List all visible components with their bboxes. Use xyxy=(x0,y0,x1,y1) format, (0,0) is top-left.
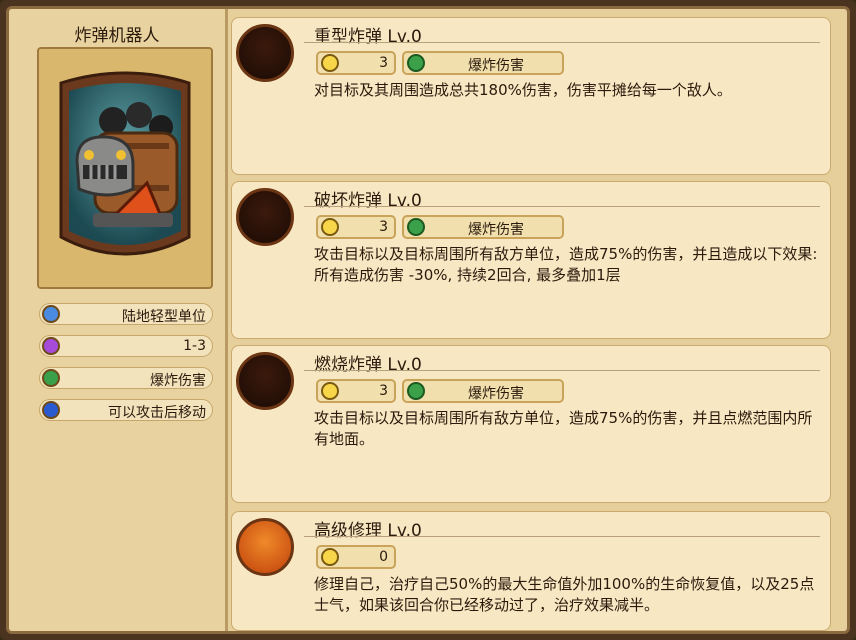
cooldown-value: 3 xyxy=(379,383,388,399)
cooldown-value: 0 xyxy=(379,549,388,565)
unit-tag-label: 陆地轻型单位 xyxy=(122,309,206,325)
move-attack-icon xyxy=(42,401,60,419)
range-target-icon xyxy=(42,337,60,355)
skill-title: 高级修理 Lv.0 xyxy=(314,521,422,541)
divider xyxy=(304,206,820,207)
skill-card[interactable]: 破坏炸弹 Lv.0 3 爆炸伤害 攻击目标以及目标周围所有敌方单位，造成75%的… xyxy=(231,181,831,339)
cooldown-chip: 3 xyxy=(316,379,396,403)
unit-portrait xyxy=(59,71,191,256)
fire-bomb-icon xyxy=(236,352,294,410)
skill-description: 攻击目标以及目标周围所有敌方单位，造成75%的伤害，并且造成以下效果: 所有造成… xyxy=(314,245,818,284)
skill-panel: 炸弹机器人 陆地轻型单位 1-3 爆炸伤害 可以攻击后移动 重型炸弹 Lv.0 … xyxy=(6,6,850,634)
clock-icon xyxy=(321,218,339,236)
cooldown-chip: 0 xyxy=(316,545,396,569)
skill-title: 重型炸弹 Lv.0 xyxy=(314,27,422,47)
cooldown-value: 3 xyxy=(379,219,388,235)
cooldown-chip: 3 xyxy=(316,215,396,239)
skill-card[interactable]: 重型炸弹 Lv.0 3 爆炸伤害 对目标及其周围造成总共180%伤害，伤害平摊给… xyxy=(231,17,831,175)
skill-card[interactable]: 高级修理 Lv.0 0 修理自己，治疗自己50%的最大生命值外加100%的生命恢… xyxy=(231,511,831,631)
unit-tag-range: 1-3 xyxy=(39,335,213,357)
sword-icon xyxy=(42,369,60,387)
divider xyxy=(304,370,820,371)
unit-tag-movement: 可以攻击后移动 xyxy=(39,399,213,421)
damage-type-label: 爆炸伤害 xyxy=(468,222,524,238)
unit-tag-label: 爆炸伤害 xyxy=(150,373,206,389)
unit-portrait-frame xyxy=(37,47,213,289)
unit-tag-label: 1-3 xyxy=(183,338,206,354)
skill-description: 修理自己，治疗自己50%的最大生命值外加100%的生命恢复值，以及25点士气，如… xyxy=(314,575,815,614)
skill-panel-frame: 炸弹机器人 陆地轻型单位 1-3 爆炸伤害 可以攻击后移动 重型炸弹 Lv.0 … xyxy=(0,0,856,640)
unit-name: 炸弹机器人 xyxy=(74,26,160,46)
clock-icon xyxy=(321,382,339,400)
broken-bomb-icon xyxy=(236,188,294,246)
person-icon xyxy=(42,305,60,323)
cooldown-chip: 3 xyxy=(316,51,396,75)
damage-type-chip: 爆炸伤害 xyxy=(402,215,564,239)
damage-type-chip: 爆炸伤害 xyxy=(402,379,564,403)
skill-title: 燃烧炸弹 Lv.0 xyxy=(314,355,422,375)
unit-tag-type: 陆地轻型单位 xyxy=(39,303,213,325)
skill-list[interactable]: 重型炸弹 Lv.0 3 爆炸伤害 对目标及其周围造成总共180%伤害，伤害平摊给… xyxy=(231,9,847,631)
clock-icon xyxy=(321,548,339,566)
damage-type-chip: 爆炸伤害 xyxy=(402,51,564,75)
damage-type-label: 爆炸伤害 xyxy=(468,386,524,402)
unit-tag-damage: 爆炸伤害 xyxy=(39,367,213,389)
repair-tools-icon xyxy=(236,518,294,576)
unit-info-column: 炸弹机器人 陆地轻型单位 1-3 爆炸伤害 可以攻击后移动 xyxy=(9,9,228,631)
unit-tag-label: 可以攻击后移动 xyxy=(108,405,206,421)
clock-icon xyxy=(321,54,339,72)
skill-description: 攻击目标以及目标周围所有敌方单位，造成75%的伤害，并且点燃范围内所有地面。 xyxy=(314,409,813,448)
skill-card[interactable]: 燃烧炸弹 Lv.0 3 爆炸伤害 攻击目标以及目标周围所有敌方单位，造成75%的… xyxy=(231,345,831,503)
skill-title: 破坏炸弹 Lv.0 xyxy=(314,191,422,211)
damage-type-label: 爆炸伤害 xyxy=(468,58,524,74)
divider xyxy=(304,536,820,537)
divider xyxy=(304,42,820,43)
skill-description: 对目标及其周围造成总共180%伤害，伤害平摊给每一个敌人。 xyxy=(314,81,732,99)
cooldown-value: 3 xyxy=(379,55,388,71)
bomb-icon xyxy=(236,24,294,82)
